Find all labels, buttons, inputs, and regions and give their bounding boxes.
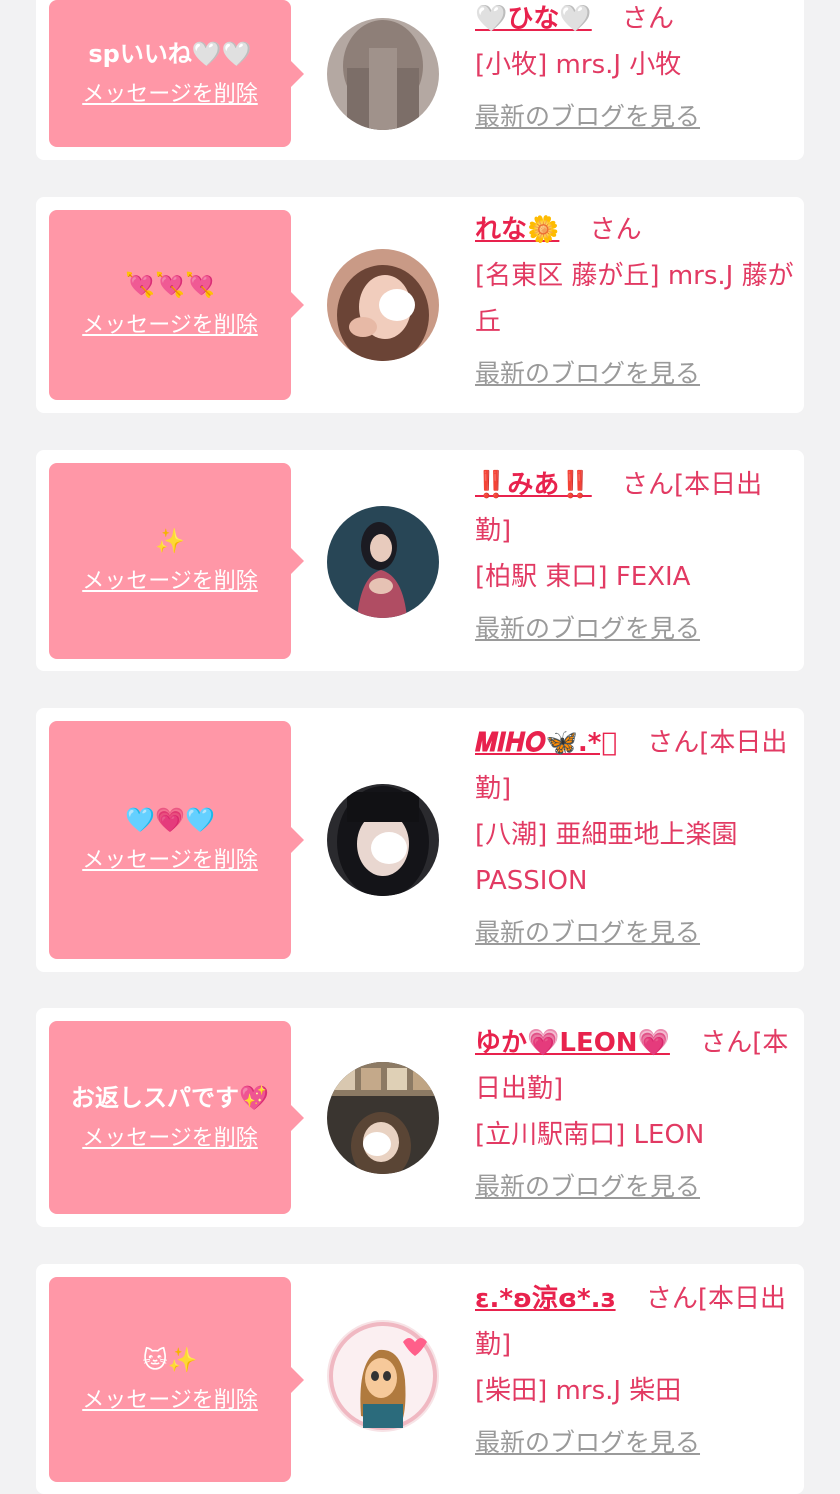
honorific: さん [589, 215, 642, 245]
latest-blog-link[interactable]: 最新のブログを見る [475, 1420, 700, 1466]
avatar[interactable] [327, 506, 439, 618]
list-item: ✨ メッセージを削除 ‼️みあ‼️ さん[本日出勤] [柏駅 東口] FEXIA… [36, 450, 804, 671]
message-bubble: 💘💘💘 メッセージを削除 [49, 210, 304, 400]
latest-blog-link[interactable]: 最新のブログを見る [475, 1164, 700, 1210]
delete-message-link[interactable]: メッセージを削除 [82, 312, 258, 340]
name-line: 🤍ひな🤍 さん [475, 0, 795, 42]
cast-name-link[interactable]: れな🌼 [475, 215, 559, 245]
avatar[interactable] [327, 1062, 439, 1174]
avatar[interactable] [327, 1320, 439, 1432]
avatar[interactable] [327, 784, 439, 896]
shop-name: [八潮] 亜細亜地上楽園PASSION [475, 820, 738, 896]
cast-info: ゆか💗LEON💗 さん[本日出勤] [立川駅南口] LEON 最新のブログを見る [475, 1020, 795, 1210]
name-line: ‼️みあ‼️ さん[本日出勤] [475, 462, 795, 554]
shop-name: [小牧] mrs.J 小牧 [475, 50, 682, 80]
cast-name-link[interactable]: 🤍ひな🤍 [475, 4, 592, 34]
cast-info: 𝑴𝑰𝑯𝑶🦋.*ﾟ さん[本日出勤] [八潮] 亜細亜地上楽園PASSION 最新… [475, 720, 795, 956]
name-line: ゆか💗LEON💗 さん[本日出勤] [475, 1020, 795, 1112]
name-line: ε.*ʚ涼ɞ*.з さん[本日出勤] [475, 1276, 795, 1368]
cast-name-link[interactable]: ゆか💗LEON💗 [475, 1028, 670, 1058]
list-item: 🩵💗🩵 メッセージを削除 𝑴𝑰𝑯𝑶🦋.*ﾟ さん[本日出勤] [八潮] 亜細亜地… [36, 708, 804, 972]
shop-name: [柏駅 東口] FEXIA [475, 562, 691, 592]
avatar[interactable] [327, 249, 439, 361]
cast-info: 🤍ひな🤍 さん [小牧] mrs.J 小牧 最新のブログを見る [475, 0, 795, 140]
latest-blog-link[interactable]: 最新のブログを見る [475, 606, 700, 652]
cast-name-link[interactable]: 𝑴𝑰𝑯𝑶🦋.*ﾟ [475, 728, 617, 758]
name-line: れな🌼 さん [475, 207, 795, 253]
message-bubble: お返しスパです💖 メッセージを削除 [49, 1021, 304, 1214]
delete-message-link[interactable]: メッセージを削除 [82, 1125, 258, 1153]
message-text: 🩵💗🩵 [125, 806, 215, 834]
delete-message-link[interactable]: メッセージを削除 [82, 568, 258, 596]
latest-blog-link[interactable]: 最新のブログを見る [475, 351, 700, 397]
message-bubble: 🩵💗🩵 メッセージを削除 [49, 721, 304, 959]
message-text: お返しスパです💖 [71, 1083, 269, 1112]
list-item: spいいね🤍🤍 メッセージを削除 🤍ひな🤍 さん [小牧] mrs.J 小牧 最… [36, 0, 804, 160]
honorific: さん [622, 4, 675, 34]
message-text: 🐱✨ [142, 1345, 198, 1374]
shop-name: [柴田] mrs.J 柴田 [475, 1376, 682, 1406]
cast-info: ε.*ʚ涼ɞ*.з さん[本日出勤] [柴田] mrs.J 柴田 最新のブログを… [475, 1276, 795, 1466]
message-text: spいいね🤍🤍 [88, 39, 252, 68]
message-bubble: ✨ メッセージを削除 [49, 463, 304, 659]
cast-info: ‼️みあ‼️ さん[本日出勤] [柏駅 東口] FEXIA 最新のブログを見る [475, 462, 795, 652]
latest-blog-link[interactable]: 最新のブログを見る [475, 94, 700, 140]
latest-blog-link[interactable]: 最新のブログを見る [475, 910, 700, 956]
cast-info: れな🌼 さん [名東区 藤が丘] mrs.J 藤が丘 最新のブログを見る [475, 207, 795, 397]
list-item: 🐱✨ メッセージを削除 ε.*ʚ涼ɞ*.з さん[本日出勤] [柴田] mrs.… [36, 1264, 804, 1494]
shop-name: [名東区 藤が丘] mrs.J 藤が丘 [475, 261, 794, 337]
delete-message-link[interactable]: メッセージを削除 [82, 1387, 258, 1415]
delete-message-link[interactable]: メッセージを削除 [82, 847, 258, 875]
list-item: お返しスパです💖 メッセージを削除 ゆか💗LEON💗 さん[本日出勤] [立川駅 [36, 1008, 804, 1227]
avatar[interactable] [327, 18, 439, 130]
message-text: ✨ [155, 527, 185, 555]
name-line: 𝑴𝑰𝑯𝑶🦋.*ﾟ さん[本日出勤] [475, 720, 795, 812]
message-text: 💘💘💘 [125, 271, 215, 299]
cast-name-link[interactable]: ‼️みあ‼️ [475, 470, 592, 500]
message-bubble: 🐱✨ メッセージを削除 [49, 1277, 304, 1482]
shop-name: [立川駅南口] LEON [475, 1120, 705, 1150]
list-item: 💘💘💘 メッセージを削除 れな🌼 さん [名東区 藤が丘] mrs.J 藤が丘 … [36, 197, 804, 413]
message-bubble: spいいね🤍🤍 メッセージを削除 [49, 0, 304, 147]
delete-message-link[interactable]: メッセージを削除 [82, 81, 258, 109]
cast-name-link[interactable]: ε.*ʚ涼ɞ*.з [475, 1284, 616, 1314]
